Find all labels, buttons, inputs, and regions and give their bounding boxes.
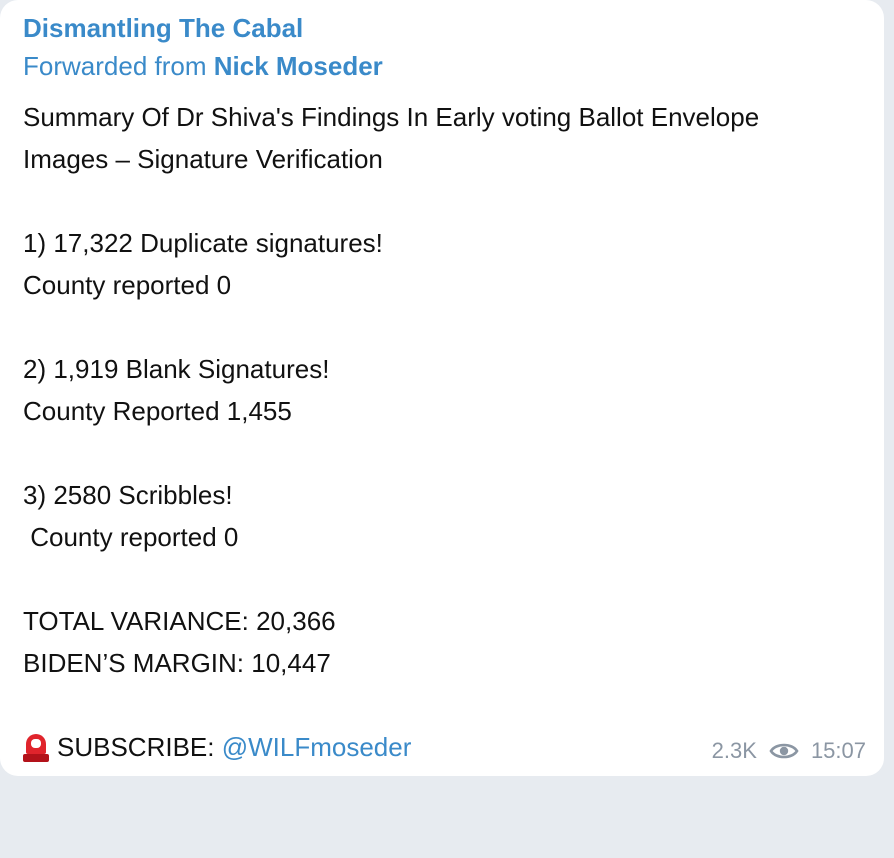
eye-icon: [769, 743, 799, 759]
forwarded-from-name[interactable]: Nick Moseder: [214, 51, 383, 81]
message-line: [23, 684, 860, 726]
forwarded-header: Forwarded from Nick Moseder: [23, 48, 860, 84]
message-bubble: Dismantling The Cabal Forwarded from Nic…: [0, 0, 884, 776]
message-line: 1) 17,322 Duplicate signatures!: [23, 228, 383, 258]
message-text: Summary Of Dr Shiva's Findings In Early …: [23, 96, 860, 768]
forwarded-prefix: Forwarded from: [23, 51, 214, 81]
message-line: [23, 306, 860, 348]
message-line: 3) 2580 Scribbles!: [23, 480, 233, 510]
subscribe-label: SUBSCRIBE:: [57, 732, 222, 762]
message-line: [23, 432, 860, 474]
message-line: County reported 0: [23, 270, 232, 300]
message-line: County Reported 1,455: [23, 396, 292, 426]
message-line: [23, 180, 860, 222]
message-line: Images – Signature Verification: [23, 144, 383, 174]
message-line: County reported 0: [23, 522, 239, 552]
message-line: TOTAL VARIANCE: 20,366: [23, 606, 336, 636]
message-line: Summary Of Dr Shiva's Findings In Early …: [23, 102, 760, 132]
subscribe-handle-link[interactable]: @WILFmoseder: [222, 726, 412, 768]
message-meta: 2.3K 15:07: [712, 738, 866, 764]
channel-name[interactable]: Dismantling The Cabal: [23, 10, 860, 46]
message-time: 15:07: [810, 738, 866, 763]
message-line: [23, 558, 860, 600]
view-count: 2.3K: [711, 738, 757, 763]
message-line: 2) 1,919 Blank Signatures!: [23, 354, 330, 384]
message-line: BIDEN’S MARGIN: 10,447: [23, 648, 331, 678]
siren-icon: [23, 732, 49, 762]
